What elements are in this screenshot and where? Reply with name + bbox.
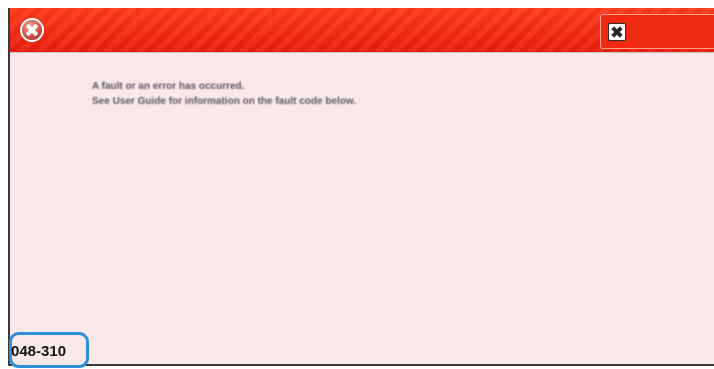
message-line-2: See User Guide for information on the fa… (92, 96, 357, 107)
dialog-titlebar (10, 8, 714, 53)
fault-code: 048-310 (11, 343, 67, 360)
fault-message: A fault or an error has occurred. See Us… (92, 79, 356, 109)
error-icon (20, 18, 44, 42)
fault-dialog: A fault or an error has occurred. See Us… (8, 8, 714, 366)
message-line-1: A fault or an error has occurred. (92, 81, 245, 92)
close-icon (608, 23, 626, 41)
close-button[interactable] (600, 14, 714, 49)
screen-frame: A fault or an error has occurred. See Us… (0, 0, 714, 369)
